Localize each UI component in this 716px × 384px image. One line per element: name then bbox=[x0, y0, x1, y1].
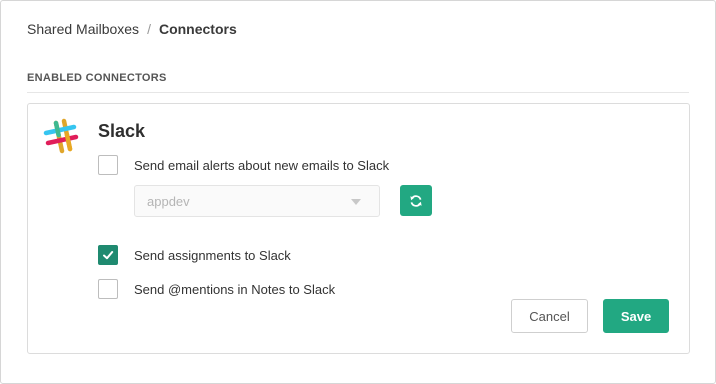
channel-select-value: appdev bbox=[147, 194, 190, 209]
breadcrumb-current: Connectors bbox=[158, 21, 237, 37]
section-divider bbox=[27, 92, 689, 93]
refresh-channels-button[interactable] bbox=[400, 185, 432, 216]
connectors-panel: Shared Mailboxes / Connectors ENABLED CONN… bbox=[0, 0, 716, 384]
email-alerts-label: Send email alerts about new emails to Sl… bbox=[134, 157, 390, 173]
mentions-label: Send @mentions in Notes to Slack bbox=[134, 281, 336, 297]
breadcrumb-shared-mailboxes[interactable]: Shared Mailboxes bbox=[27, 21, 139, 37]
cancel-button[interactable]: Cancel bbox=[511, 299, 588, 333]
assignments-label: Send assignments to Slack bbox=[134, 247, 291, 263]
slack-logo-icon bbox=[43, 118, 79, 154]
channel-select[interactable]: appdev bbox=[134, 185, 380, 217]
assignments-checkbox[interactable] bbox=[98, 245, 118, 265]
chevron-down-icon bbox=[351, 199, 361, 205]
option-assignments[interactable]: Send assignments to Slack bbox=[98, 244, 291, 266]
email-alerts-checkbox[interactable] bbox=[98, 155, 118, 175]
refresh-icon bbox=[410, 194, 422, 207]
slack-connector-card: Slack Send email alerts about new emails… bbox=[27, 103, 690, 354]
save-button[interactable]: Save bbox=[603, 299, 669, 333]
breadcrumb-separator: / bbox=[147, 21, 151, 37]
option-mentions[interactable]: Send @mentions in Notes to Slack bbox=[98, 278, 335, 300]
connector-title: Slack bbox=[98, 121, 146, 141]
checkmark-icon bbox=[103, 251, 114, 260]
option-email-alerts[interactable]: Send email alerts about new emails to Sl… bbox=[98, 154, 389, 176]
breadcrumb: Shared Mailboxes / Connectors bbox=[27, 20, 237, 38]
mentions-checkbox[interactable] bbox=[98, 279, 118, 299]
section-title: ENABLED CONNECTORS bbox=[27, 72, 167, 84]
